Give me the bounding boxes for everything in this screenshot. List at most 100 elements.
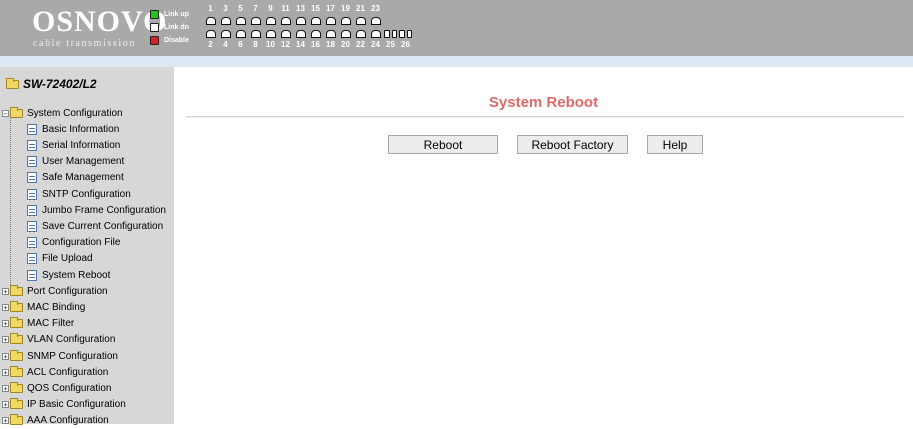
port-number: 15 [311,4,320,13]
sidebar-item[interactable]: Basic Information [27,121,119,137]
sidebar-item[interactable]: Save Current Configuration [27,218,163,234]
port-number: 13 [296,4,305,13]
expand-icon[interactable]: + [2,401,9,409]
ethernet-port-icon[interactable] [338,27,353,40]
port-number: 11 [281,4,290,13]
expand-icon[interactable]: + [2,287,9,295]
sidebar-item[interactable]: Serial Information [27,137,120,153]
ethernet-port-icon[interactable] [293,14,308,27]
ethernet-port-icon[interactable] [248,27,263,40]
port-panel: 1 3 5 7 9 11 13 15 17 19 21 23 2 4 6 8 10 12 14 16 18 20 22 24… [203,4,413,50]
sidebar-item[interactable]: File Upload [27,251,93,267]
reboot-factory-button[interactable]: Reboot Factory [517,135,628,154]
help-button[interactable]: Help [647,135,703,154]
sidebar-folder[interactable]: + MAC Filter [2,316,74,332]
ethernet-port-icon[interactable] [368,27,383,40]
expand-icon[interactable]: + [2,417,9,425]
port-number: 12 [281,40,290,49]
document-icon [27,220,37,232]
port-number: 17 [326,4,335,13]
port-number: 18 [326,40,335,49]
sidebar-item[interactable]: SNTP Configuration [27,186,131,202]
sidebar-item[interactable]: System Reboot [27,267,110,283]
ethernet-port-icon[interactable] [233,27,248,40]
sidebar-item-label: Safe Management [42,172,124,184]
sidebar-folder[interactable]: + IP Basic Configuration [2,397,126,413]
ethernet-port-icon[interactable] [368,14,383,27]
ethernet-port-icon[interactable] [353,14,368,27]
sidebar-item-label: System Configuration [27,107,123,119]
ethernet-port-icon[interactable] [203,14,218,27]
ethernet-port-icon[interactable] [233,14,248,27]
sidebar-folder[interactable]: + AAA Configuration [2,413,109,429]
ethernet-port-icon[interactable] [203,27,218,40]
port-link-up-icon [150,10,159,19]
ethernet-port-icon[interactable] [218,27,233,40]
folder-icon [10,398,23,410]
sidebar-item-label: IP Basic Configuration [27,399,126,411]
sidebar-item-label: Configuration File [42,237,121,249]
sidebar-item-label: Save Current Configuration [42,220,164,232]
sidebar-folder[interactable]: + ACL Configuration [2,364,108,380]
sfp-port-icon[interactable] [383,27,398,40]
expand-icon[interactable]: + [2,368,9,376]
expand-icon[interactable]: + [2,336,9,344]
port-number: 1 [208,4,213,13]
sidebar-folder[interactable]: + QOS Configuration [2,380,112,396]
port-number: 22 [356,40,365,49]
folder-icon [10,333,23,345]
sidebar-folder[interactable]: + SNMP Configuration [2,348,118,364]
ethernet-port-icon[interactable] [308,14,323,27]
sidebar-item-label: QOS Configuration [27,382,112,394]
port-number: 8 [253,40,258,49]
folder-open-icon [6,77,19,89]
ethernet-port-icon[interactable] [278,27,293,40]
expand-icon[interactable]: + [2,384,9,392]
ethernet-port-icon[interactable] [308,27,323,40]
sidebar-item-label: Basic Information [42,123,120,135]
folder-icon [10,106,23,118]
port-number: 23 [371,4,380,13]
port-number: 16 [311,40,320,49]
ethernet-port-icon[interactable] [353,27,368,40]
sidebar-item-label: Serial Information [42,139,121,151]
sidebar-item[interactable]: User Management [27,154,124,170]
reboot-button[interactable]: Reboot [388,135,498,154]
sidebar-folder[interactable]: + VLAN Configuration [2,332,115,348]
ethernet-port-icon[interactable] [323,14,338,27]
expand-icon[interactable]: + [2,303,9,311]
document-icon [27,172,37,184]
title-divider [186,116,904,118]
ethernet-port-icon[interactable] [263,14,278,27]
sidebar-item-label: User Management [42,156,125,168]
port-number: 26 [401,40,410,49]
port-numbers-even: 2 4 6 8 10 12 14 16 18 20 22 24 25 26 [203,40,413,50]
ethernet-port-icon[interactable] [263,27,278,40]
sidebar-folder[interactable]: + MAC Binding [2,299,85,315]
ethernet-port-icon[interactable] [278,14,293,27]
expand-icon[interactable]: + [2,320,9,328]
sidebar-item-label: MAC Filter [27,318,75,330]
sidebar-item[interactable]: Jumbo Frame Configuration [27,202,166,218]
ethernet-port-icon[interactable] [293,27,308,40]
sidebar-folder[interactable]: + Port Configuration [2,283,108,299]
sidebar-item-label: Port Configuration [27,285,108,297]
header-bar: OSNOVO cable transmission Link up Link d… [0,0,913,56]
ethernet-port-icon[interactable] [323,27,338,40]
sidebar-item[interactable]: Configuration File [27,235,120,251]
port-status-legend: Link up Link dn Disable [150,8,189,47]
folder-icon [10,381,23,393]
tree-connector-line [10,107,11,287]
port-number: 24 [371,40,380,49]
expand-icon[interactable]: + [2,352,9,360]
sfp-port-icon[interactable] [398,27,413,40]
sidebar-folder[interactable]: − System Configuration [2,105,123,121]
sidebar-item[interactable]: Safe Management [27,170,124,186]
tree-root-device[interactable]: SW-72402/L2 [6,77,97,91]
ethernet-port-icon[interactable] [218,14,233,27]
ethernet-port-icon[interactable] [248,14,263,27]
ethernet-port-icon[interactable] [338,14,353,27]
sidebar-item-label: MAC Binding [27,301,86,313]
collapse-icon[interactable]: − [2,109,9,117]
legend-disable: Disable [150,34,189,47]
